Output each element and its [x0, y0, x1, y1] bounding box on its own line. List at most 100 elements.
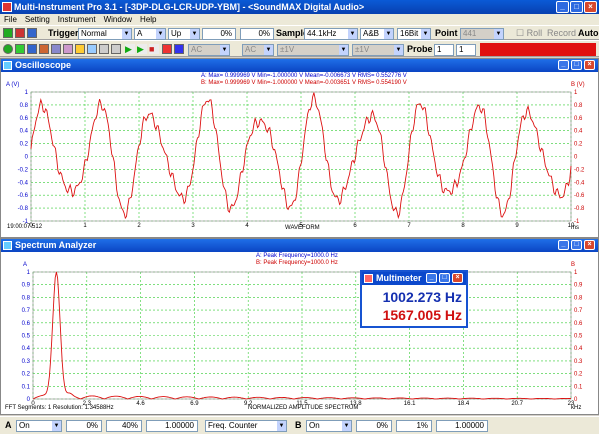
- toolbar-main: Trigger Normal ▼ A ▼ Up ▼ 0% 0% Sample 44.1…: [0, 25, 599, 40]
- chevron-down-icon: ▼: [190, 29, 199, 39]
- signal-level-bar: [480, 43, 596, 56]
- multimeter-value-b: 1567.005 Hz: [382, 307, 462, 323]
- phase-icon[interactable]: [51, 44, 61, 54]
- trigger-edge-select[interactable]: Up ▼: [168, 28, 200, 40]
- y-tick-label-a: 0.6: [20, 116, 29, 122]
- y-tick-label-b: 0.7: [574, 308, 583, 314]
- run-icon[interactable]: [3, 28, 13, 38]
- chevron-down-icon: ▼: [494, 29, 503, 39]
- scope-plot[interactable]: 0 1 2 3 4 5 6 7 8 9 101 10.8 0.80.6 0.60.4 0.40.2 0.20 0…: [1, 59, 598, 237]
- coupling-b-select[interactable]: AC ▼: [242, 44, 274, 56]
- chevron-down-icon: ▼: [339, 45, 348, 55]
- coupling-a-select[interactable]: AC ▼: [188, 44, 230, 56]
- multimeter-window: Multimeter _ □ × 1002.273 Hz 1567.005 Hz: [360, 270, 468, 328]
- x-tick-label: 2.3: [83, 401, 92, 407]
- y-tick-label-a: 0.8: [20, 103, 29, 109]
- points-select[interactable]: 441 ▼: [460, 28, 504, 40]
- single-icon[interactable]: [27, 28, 37, 38]
- menu-instrument[interactable]: Instrument: [58, 15, 96, 24]
- oscilloscope-panel: Oscilloscope _ □ × A: Max= 0.999969 V Mi…: [0, 58, 599, 238]
- x-tick-label: 13.8: [350, 401, 362, 407]
- dds-icon[interactable]: [87, 44, 97, 54]
- range-a-select[interactable]: ±1V ▼: [277, 44, 349, 56]
- stop-square-icon[interactable]: ■: [149, 44, 159, 54]
- menu-help[interactable]: Help: [140, 15, 156, 24]
- step-icon[interactable]: ▶: [137, 44, 147, 54]
- x-tick-label: 11.5: [296, 401, 308, 407]
- meter-icon: [364, 274, 373, 283]
- probe-a-select[interactable]: 1: [434, 44, 454, 56]
- channel-b-label: B: [295, 420, 302, 430]
- y-tick-label-b: 0: [574, 155, 578, 161]
- trigger-mode-select[interactable]: Normal ▼: [78, 28, 132, 40]
- x-tick-label: 9.2: [244, 401, 253, 407]
- y-tick-label-a: 0.9: [22, 283, 31, 289]
- y-tick-label-b: 0.1: [574, 384, 583, 390]
- channel-b-state-select[interactable]: On ▼: [306, 420, 352, 432]
- channel-a-scale-input[interactable]: 1.00000: [146, 420, 198, 432]
- channel-select[interactable]: A&B ▼: [360, 28, 394, 40]
- channel-a-state-select[interactable]: On ▼: [16, 420, 62, 432]
- x-tick-label: 1: [83, 223, 87, 229]
- scope-icon[interactable]: [27, 44, 37, 54]
- range-b-select[interactable]: ±1V ▼: [352, 44, 404, 56]
- x-tick-label: 18.4: [458, 401, 470, 407]
- menu-file[interactable]: File: [4, 15, 17, 24]
- generator-icon[interactable]: [75, 44, 85, 54]
- multimeter-minimize-button[interactable]: _: [426, 273, 437, 283]
- x-tick-label: 16.1: [404, 401, 416, 407]
- y-tick-label-a: 0.6: [22, 321, 31, 327]
- menu-window[interactable]: Window: [104, 15, 132, 24]
- chevron-down-icon: ▼: [384, 29, 393, 39]
- chevron-down-icon: ▼: [421, 29, 430, 39]
- point-label: Point: [435, 28, 458, 38]
- y-tick-label-b: 0.6: [574, 116, 583, 122]
- multimeter-close-button[interactable]: ×: [452, 273, 463, 283]
- multimeter-maximize-button[interactable]: □: [439, 273, 450, 283]
- y-tick-label-a: 1: [25, 90, 29, 96]
- y-tick-label-b: 0.6: [574, 321, 583, 327]
- trigger-delay-input[interactable]: 0%: [240, 28, 274, 40]
- record-led-icon[interactable]: [3, 44, 13, 54]
- bits-select[interactable]: 16Bit ▼: [397, 28, 431, 40]
- record-button[interactable]: Record: [547, 27, 576, 39]
- spectrum-plot[interactable]: 0 2.3 4.6 6.9 9.2 11.5 13.8 16.1 18.4 20.7 231 10.9…: [1, 239, 598, 414]
- sample-rate-select[interactable]: 44.1kHz ▼: [304, 28, 358, 40]
- probe-b-select[interactable]: 1: [456, 44, 476, 56]
- spectrum-icon[interactable]: [39, 44, 49, 54]
- channel-a-gain-input[interactable]: 40%: [106, 420, 142, 432]
- speaker-icon[interactable]: [99, 44, 109, 54]
- trigger-label: Trigger: [48, 28, 79, 38]
- stop-icon[interactable]: [15, 28, 25, 38]
- channel-a-label: A: [5, 420, 12, 430]
- channel-a-color-icon[interactable]: [162, 44, 172, 54]
- y-tick-label-a: 0.1: [22, 384, 31, 390]
- auto-button[interactable]: Auto: [578, 27, 599, 39]
- x-tick-label: 7: [407, 223, 411, 229]
- mute-icon[interactable]: [111, 44, 121, 54]
- y-tick-label-a: -0.2: [18, 167, 29, 173]
- y-tick-label-b: 0.2: [574, 372, 583, 378]
- channel-b-scale-input[interactable]: 1.00000: [436, 420, 488, 432]
- meter-icon[interactable]: [63, 44, 73, 54]
- trigger-level-input[interactable]: 0%: [202, 28, 236, 40]
- maximize-button[interactable]: □: [570, 1, 583, 13]
- close-button[interactable]: ×: [584, 1, 597, 13]
- menu-setting[interactable]: Setting: [25, 15, 50, 24]
- waveform-trace: [30, 92, 572, 220]
- trigger-channel-select[interactable]: A ▼: [134, 28, 166, 40]
- grid-icon[interactable]: [15, 44, 25, 54]
- channel-b-color-icon[interactable]: [174, 44, 184, 54]
- channel-b-gain-input[interactable]: 1%: [396, 420, 432, 432]
- minimize-button[interactable]: _: [556, 1, 569, 13]
- roll-checkbox[interactable]: ☐ Roll: [516, 27, 542, 39]
- probe-label: Probe: [407, 44, 433, 54]
- channel-a-offset-input[interactable]: 0%: [66, 420, 102, 432]
- play-icon[interactable]: ▶: [125, 44, 135, 54]
- y-tick-label-a: -0.6: [18, 193, 29, 199]
- y-tick-label-b: 0.4: [574, 346, 583, 352]
- channel-b-offset-input[interactable]: 0%: [356, 420, 392, 432]
- mode-select[interactable]: Freq. Counter ▼: [205, 420, 287, 432]
- y-tick-label-b: 0.8: [574, 295, 583, 301]
- spectrum-panel: Spectrum Analyzer _ □ × A: Peak Frequenc…: [0, 238, 599, 415]
